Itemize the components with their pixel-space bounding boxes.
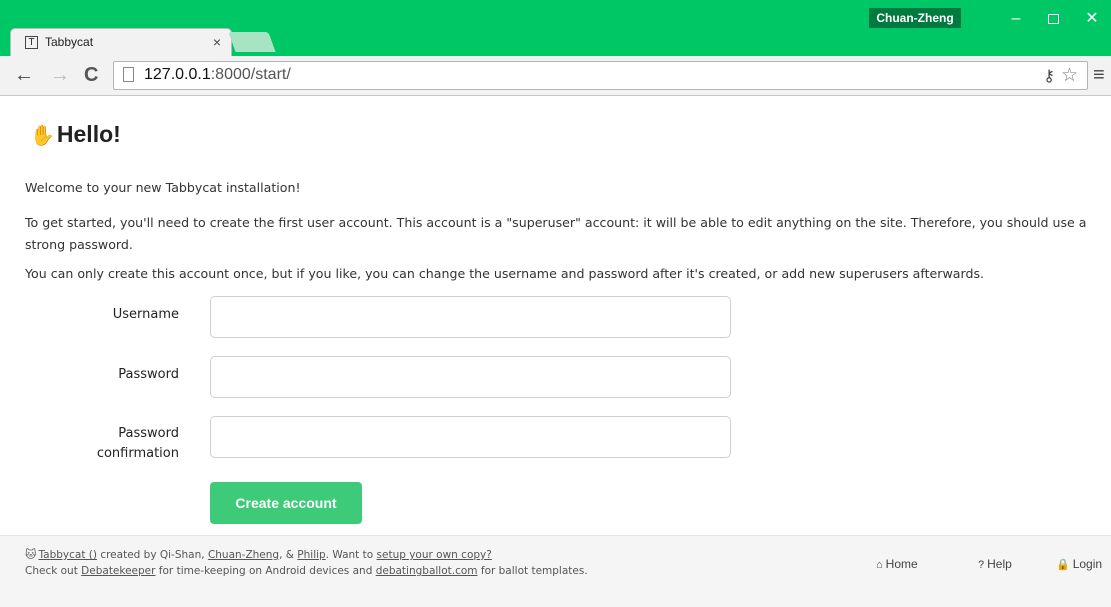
url-host: 127.0.0.1 <box>144 66 211 83</box>
footer-want: . Want to <box>325 549 377 561</box>
home-icon: ⌂ <box>876 559 883 571</box>
key-icon[interactable]: ⚷ <box>1043 66 1055 86</box>
footer-login-link[interactable]: 🔒 Login <box>1056 557 1102 571</box>
debatingballot-link[interactable]: debatingballot.com <box>376 565 478 577</box>
confirm-label-line-1: Password <box>118 426 179 441</box>
footer-timekeeping: for time-keeping on Android devices and <box>155 565 376 577</box>
maximize-icon <box>1047 13 1059 24</box>
confirm-label-line-2: confirmation <box>96 446 179 461</box>
browser-tab[interactable]: T Tabbycat × <box>10 28 232 56</box>
note-text: You can only create this account once, b… <box>25 266 985 281</box>
login-label: Login <box>1072 557 1103 571</box>
password-input[interactable] <box>210 356 731 398</box>
instructions-text: To get started, you'll need to create th… <box>25 215 1087 252</box>
help-label: Help <box>987 557 1012 571</box>
footer-help-link[interactable]: ? Help <box>978 557 1012 571</box>
author-chuan-zheng-link[interactable]: Chuan-Zheng <box>208 549 279 561</box>
tab-title: Tabbycat <box>45 35 94 49</box>
footer-credits: 🐱 Tabbycat () created by Qi-Shan, Chuan-Z… <box>25 548 492 561</box>
footer-sep: , & <box>279 549 298 561</box>
lock-icon: 🔒 <box>1056 559 1070 571</box>
footer-home-link[interactable]: ⌂ Home <box>876 557 918 571</box>
author-philip-link[interactable]: Philip <box>297 549 325 561</box>
setup-copy-link[interactable]: setup your own copy? <box>377 549 492 561</box>
page-footer: 🐱 Tabbycat () created by Qi-Shan, Chuan-Z… <box>0 535 1111 607</box>
url-text: 127.0.0.1:8000/start/ <box>144 66 291 84</box>
url-path: :8000/start/ <box>210 66 291 83</box>
window-close-button[interactable]: ✕ <box>1072 6 1111 32</box>
wave-hand-icon: ✋ <box>30 125 55 147</box>
home-label: Home <box>885 557 918 571</box>
footer-created-by: created by Qi-Shan, <box>96 549 208 561</box>
footer-resources: Check out Debatekeeper for time-keeping … <box>25 565 588 577</box>
password-label: Password <box>118 367 179 382</box>
intro-text: Welcome to your new Tabbycat installatio… <box>25 180 301 195</box>
create-account-button[interactable]: Create account <box>210 482 362 524</box>
password-confirmation-label: Password confirmation <box>69 424 179 464</box>
debatekeeper-link[interactable]: Debatekeeper <box>81 565 155 577</box>
footer-check-out: Check out <box>25 565 82 577</box>
cat-icon: 🐱 <box>25 548 37 561</box>
window-maximize-button[interactable] <box>1033 6 1073 32</box>
tab-close-icon[interactable]: × <box>213 34 221 50</box>
footer-templates: for ballot templates. <box>477 565 588 577</box>
back-arrow-icon[interactable]: ← <box>14 64 34 86</box>
browser-titlebar: T Tabbycat × Chuan-Zheng – ✕ <box>0 0 1111 56</box>
page-title: ✋Hello! <box>30 121 121 148</box>
profile-button[interactable]: Chuan-Zheng <box>869 8 961 28</box>
reload-icon[interactable]: C <box>84 64 98 86</box>
address-bar[interactable]: 127.0.0.1:8000/start/ ⚷ ☆ <box>113 61 1088 90</box>
page-icon <box>123 67 134 82</box>
page-title-text: Hello! <box>56 121 121 147</box>
bookmark-star-icon[interactable]: ☆ <box>1061 64 1078 87</box>
new-tab-button[interactable] <box>228 32 276 52</box>
password-confirmation-input[interactable] <box>210 416 731 458</box>
window-minimize-button[interactable]: – <box>996 6 1036 32</box>
tabbycat-link[interactable]: Tabbycat () <box>38 549 97 561</box>
username-label: Username <box>112 307 179 322</box>
help-icon: ? <box>978 559 985 571</box>
browser-menu-icon[interactable]: ≡ <box>1093 64 1105 87</box>
browser-toolbar: ← → C 127.0.0.1:8000/start/ ⚷ ☆ ≡ <box>0 56 1111 96</box>
forward-arrow-icon[interactable]: → <box>50 64 70 86</box>
username-input[interactable] <box>210 296 731 338</box>
tab-favicon-icon: T <box>25 36 38 49</box>
main-content: ✋Hello! Welcome to your new Tabbycat ins… <box>0 97 1111 535</box>
